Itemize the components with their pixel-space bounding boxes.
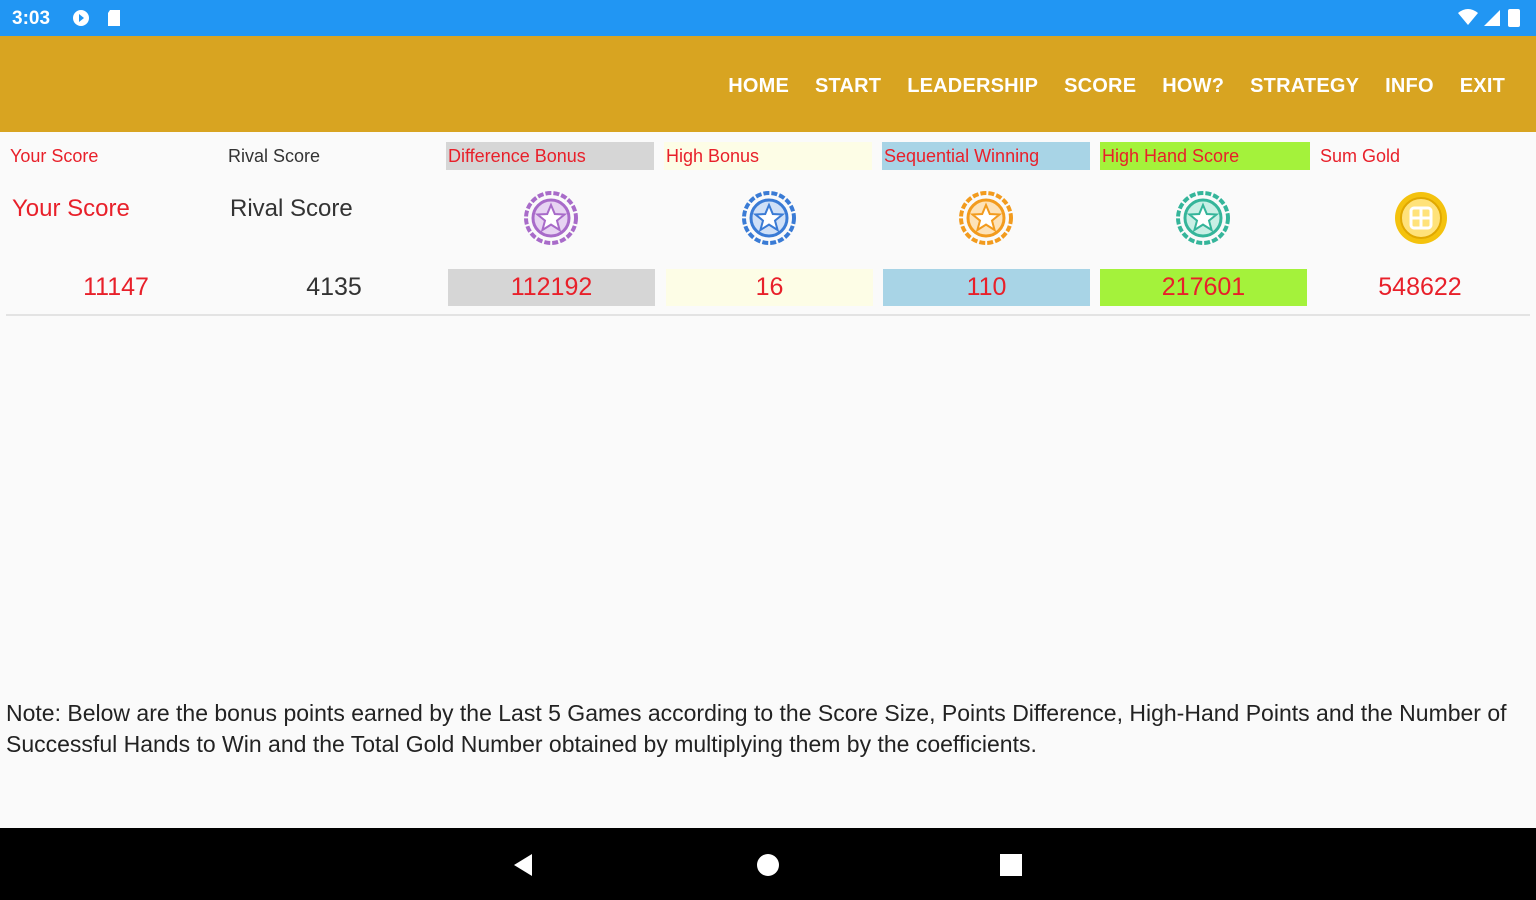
label-difference-bonus: Difference Bonus (446, 142, 654, 170)
row-divider (6, 314, 1530, 316)
label-your-score: Your Score (10, 146, 99, 166)
wifi-icon (1458, 9, 1478, 25)
nav-how[interactable]: HOW? (1149, 72, 1237, 100)
media-icon (73, 10, 89, 26)
heading-rival-score: Rival Score (230, 195, 353, 222)
system-nav-bar (0, 828, 1536, 900)
status-time: 3:03 (12, 8, 51, 29)
purple-star-medal-icon (524, 191, 578, 245)
top-nav: HOME START LEADERSHIP SCORE HOW? STRATEG… (715, 72, 1518, 100)
score-content: Your Score Rival Score Difference Bonus … (0, 132, 1536, 828)
app-bar: HOME START LEADERSHIP SCORE HOW? STRATEG… (0, 36, 1536, 132)
nav-strategy[interactable]: STRATEGY (1237, 72, 1372, 100)
label-high-hand-score: High Hand Score (1100, 142, 1310, 170)
value-sequential-winning: 110 (883, 269, 1090, 306)
label-rival-score: Rival Score (228, 146, 321, 166)
value-difference-bonus: 112192 (448, 269, 655, 306)
back-icon[interactable] (508, 850, 538, 880)
value-rival-score: 4135 (306, 273, 362, 301)
orange-star-medal-icon (959, 191, 1013, 245)
status-bar: 3:03 (0, 0, 1536, 36)
recents-icon[interactable] (996, 850, 1026, 880)
label-sequential-winning: Sequential Winning (882, 142, 1090, 170)
gold-coin-icon (1395, 192, 1447, 244)
nav-score[interactable]: SCORE (1051, 72, 1149, 100)
sd-card-icon (108, 10, 120, 26)
blue-star-medal-icon (742, 191, 796, 245)
nav-start[interactable]: START (802, 72, 894, 100)
nav-home[interactable]: HOME (715, 72, 802, 100)
nav-exit[interactable]: EXIT (1447, 72, 1518, 100)
battery-icon (1508, 9, 1520, 27)
teal-star-medal-icon (1176, 191, 1230, 245)
nav-info[interactable]: INFO (1372, 72, 1447, 100)
status-right-icons (1458, 9, 1520, 27)
value-high-bonus: 16 (666, 269, 873, 306)
value-high-hand-score: 217601 (1100, 269, 1307, 306)
nav-leadership[interactable]: LEADERSHIP (894, 72, 1051, 100)
home-icon[interactable] (753, 850, 783, 880)
note-text: Note: Below are the bonus points earned … (6, 700, 1507, 757)
label-sum-gold: Sum Gold (1320, 146, 1401, 166)
signal-icon (1484, 10, 1500, 26)
value-sum-gold: 548622 (1378, 273, 1462, 301)
value-your-score: 11147 (83, 273, 149, 301)
heading-your-score: Your Score (12, 195, 130, 222)
label-high-bonus: High Bonus (664, 142, 872, 170)
